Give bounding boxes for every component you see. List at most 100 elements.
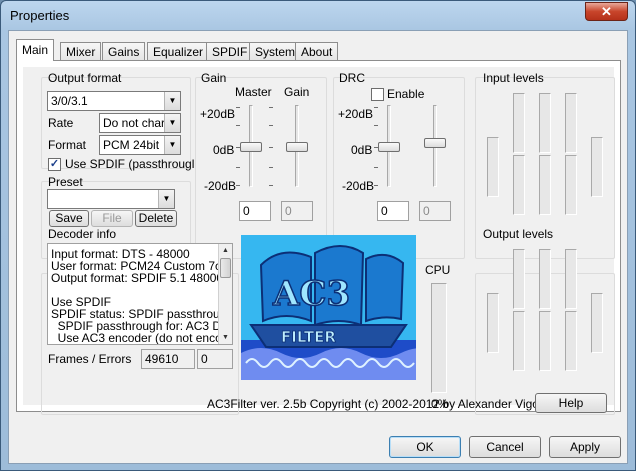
apply-button[interactable]: Apply [549,436,621,458]
master-slider-thumb[interactable] [240,142,262,152]
drc-value-field[interactable]: 0 [377,201,409,221]
drc-level-thumb[interactable] [424,138,446,148]
tick [236,167,240,168]
input-level-meter [565,155,577,215]
output-level-meter [513,249,525,309]
chevron-down-icon: ▼ [158,190,174,208]
cpu-label: CPU [425,263,451,277]
frames-field: 49610 [141,349,195,369]
properties-window: Properties ✕ Main Mixer Gains Equalizer … [0,0,636,471]
gain-scale-bottom: -20dB [204,179,237,193]
scroll-thumb[interactable] [220,258,231,278]
preset-select[interactable]: ▼ [47,189,175,209]
tick [269,185,273,186]
format-label: Format [48,138,87,152]
tick [236,125,240,126]
logo-text: AC3 [272,274,350,314]
tab-equalizer[interactable]: Equalizer [147,42,210,61]
drc-enable-label: Enable [387,87,425,101]
preset-file-button[interactable]: File [91,210,133,227]
tick [374,107,378,108]
sample-format-value: PCM 24bit [103,138,160,152]
master-label: Master [235,85,272,99]
preset-save-button[interactable]: Save [49,210,89,227]
tick [269,125,273,126]
drc-label: DRC [339,71,365,85]
drc-scale-bottom: -20dB [342,179,375,193]
preset-label: Preset [48,175,83,189]
title-bar[interactable]: Properties ✕ [1,1,635,31]
gain-sublabel: Gain [284,85,310,99]
output-level-meter [565,311,577,371]
tab-spdif[interactable]: SPDIF [206,42,254,61]
gain-label: Gain [201,71,227,85]
gain-group [195,77,327,259]
input-level-meter [513,155,525,215]
gain-slider-thumb[interactable] [286,142,308,152]
tick [374,185,378,186]
panel-background: Output format 3/0/3.1 ▼ Rate Do not char… [23,67,615,415]
logo-subtext: FILTER [281,328,336,346]
tick [269,107,273,108]
chevron-down-icon: ▼ [164,114,180,132]
sample-format-select[interactable]: PCM 24bit ▼ [99,135,181,155]
output-level-meter [539,311,551,371]
help-button[interactable]: Help [535,393,607,413]
drc-group [333,77,465,259]
rate-select[interactable]: Do not char ▼ [99,113,181,133]
master-gain-field[interactable]: 0 [239,201,271,221]
window-title: Properties [10,8,70,23]
copyright-text: AC3Filter ver. 2.5b Copyright (c) 2002-2… [207,397,563,411]
tab-mixer[interactable]: Mixer [60,42,102,61]
tab-gains[interactable]: Gains [102,42,146,61]
dialog-client: Main Mixer Gains Equalizer SPDIF System … [8,30,628,464]
gain-scale-top: +20dB [200,107,236,121]
frames-errors-label: Frames / Errors [48,352,132,366]
preset-delete-button[interactable]: Delete [135,210,177,227]
decoder-info-label: Decoder info [48,227,117,241]
tick [374,147,378,148]
tick [236,147,240,148]
output-level-meter [539,249,551,309]
close-button[interactable]: ✕ [585,2,628,21]
ac3filter-logo: AC3 FILTER [241,235,416,380]
use-spdif-label: Use SPDIF (passthrougl [65,157,195,171]
drc-slider-thumb[interactable] [378,142,400,152]
tick [236,107,240,108]
drc-enable-checkbox[interactable] [371,88,384,101]
decoder-info-text[interactable]: Input format: DTS - 48000 User format: P… [47,243,233,345]
tick [269,167,273,168]
input-level-meter [591,137,603,197]
tab-main[interactable]: Main [16,39,55,61]
chevron-down-icon: ▼ [164,92,180,110]
cancel-button[interactable]: Cancel [469,436,541,458]
decoder-info-scrollbar[interactable]: ▲ ▼ [218,244,232,344]
cpu-meter [431,283,447,393]
input-level-meter [539,93,551,153]
drc-scale-mid: 0dB [351,143,373,157]
use-spdif-checkbox[interactable]: ✓ [48,158,61,171]
tab-system[interactable]: System [249,42,302,61]
ship-logo-image: AC3 FILTER [241,235,416,380]
output-level-meter [565,249,577,309]
output-level-meter [487,293,499,353]
tab-about[interactable]: About [295,42,339,61]
scroll-up-icon[interactable]: ▲ [219,244,232,257]
output-format-select[interactable]: 3/0/3.1 ▼ [47,91,181,111]
drc-level-field[interactable]: 0 [419,201,451,221]
decoder-info-line: Use AC3 encoder (do not encod [51,331,229,345]
output-format-label: Output format [48,71,122,85]
rate-label: Rate [48,116,74,130]
output-level-meter [513,311,525,371]
errors-field: 0 [197,349,233,369]
scroll-down-icon[interactable]: ▼ [219,331,232,344]
input-level-meter [565,93,577,153]
tick [374,167,378,168]
input-level-meter [513,93,525,153]
ok-button[interactable]: OK [389,436,461,458]
decoder-info-line: Output format: SPDIF 5.1 48000 [51,271,224,285]
rate-value: Do not char [103,116,166,130]
main-tab-panel: Output format 3/0/3.1 ▼ Rate Do not char… [16,60,621,415]
gain-field[interactable]: 0 [281,201,313,221]
output-levels-label: Output levels [483,227,554,241]
